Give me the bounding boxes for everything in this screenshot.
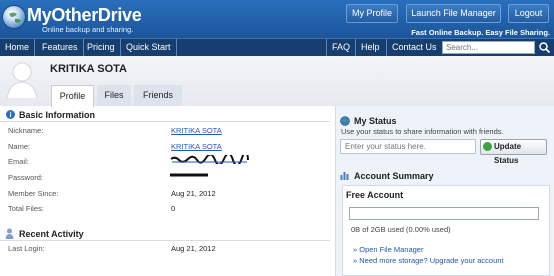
nav-quick-start[interactable]: Quick Start [121, 39, 177, 56]
header-tagline: Fast Online Backup. Easy File Sharing. [411, 28, 550, 37]
site-header: MyOtherDrive Online backup and sharing. … [0, 0, 554, 38]
update-status-button[interactable]: Update Status [480, 139, 547, 165]
member-since-value: Aug 21, 2012 [171, 189, 216, 198]
logout-button[interactable]: Logout [508, 4, 549, 23]
logo-globe-icon[interactable] [2, 5, 26, 29]
search-icon[interactable] [538, 41, 551, 54]
nav-pricing[interactable]: Pricing [82, 39, 121, 56]
recent-activity-title: Recent Activity [19, 229, 84, 239]
storage-usage-text: 0B of 2GB used (0.00% used) [351, 225, 451, 234]
launch-file-manager-button[interactable]: Launch File Manager [406, 4, 501, 23]
my-status-description: Use your status to share information wit… [341, 127, 504, 136]
nav-contact-us[interactable]: Contact Us [386, 39, 442, 56]
email-label: Email: [8, 157, 29, 166]
nickname-value[interactable]: KRITIKA SOTA [171, 126, 222, 135]
nav-features[interactable]: Features [37, 39, 84, 56]
update-status-label: Update Status [494, 142, 522, 165]
basic-info-divider [0, 121, 330, 122]
avatar-silhouette-icon [6, 62, 38, 99]
status-input[interactable] [340, 139, 476, 154]
last-login-value: Aug 21, 2012 [171, 244, 216, 253]
email-redacted-scribble [170, 155, 249, 164]
logo-text[interactable]: MyOtherDrive [27, 5, 142, 25]
recent-activity-divider [0, 240, 330, 241]
nickname-label: Nickname: [8, 126, 44, 135]
bar-chart-icon [340, 172, 349, 180]
account-summary-title: Account Summary [354, 171, 434, 181]
check-icon [483, 142, 492, 151]
tab-friends[interactable]: Friends [134, 85, 182, 106]
basic-info-title: Basic Information [19, 110, 96, 120]
info-icon [6, 110, 15, 119]
tab-profile[interactable]: Profile [51, 85, 94, 107]
nav-help[interactable]: Help [355, 39, 385, 56]
tab-files[interactable]: Files [97, 85, 131, 106]
last-login-label: Last Login: [8, 244, 45, 253]
globe-status-icon [340, 116, 350, 126]
total-files-label: Total Files: [8, 204, 44, 213]
name-value[interactable]: KRITIKA SOTA [171, 142, 222, 151]
total-files-value: 0 [171, 204, 176, 213]
password-label: Password: [8, 173, 44, 182]
user-activity-icon [5, 228, 14, 239]
profile-header: KRITIKA SOTA Profile Files Friends [0, 56, 554, 107]
upgrade-account-link[interactable]: » Need more storage? Upgrade your accoun… [353, 256, 504, 265]
my-status-title: My Status [354, 116, 397, 126]
open-file-manager-link[interactable]: » Open File Manager [353, 245, 423, 254]
main-nav: Home Features Pricing Quick Start FAQ He… [0, 38, 554, 56]
search-input[interactable] [442, 41, 535, 54]
name-label: Name: [8, 142, 31, 151]
plan-name: Free Account [346, 190, 404, 200]
member-since-label: Member Since: [8, 189, 59, 198]
password-masked [170, 173, 208, 177]
my-profile-button[interactable]: My Profile [346, 4, 398, 23]
profile-name: KRITIKA SOTA [50, 63, 127, 75]
nav-faq[interactable]: FAQ [326, 39, 355, 56]
storage-usage-bar [349, 207, 539, 220]
nav-home[interactable]: Home [0, 39, 36, 56]
logo-tagline: Online backup and sharing. [42, 25, 134, 34]
